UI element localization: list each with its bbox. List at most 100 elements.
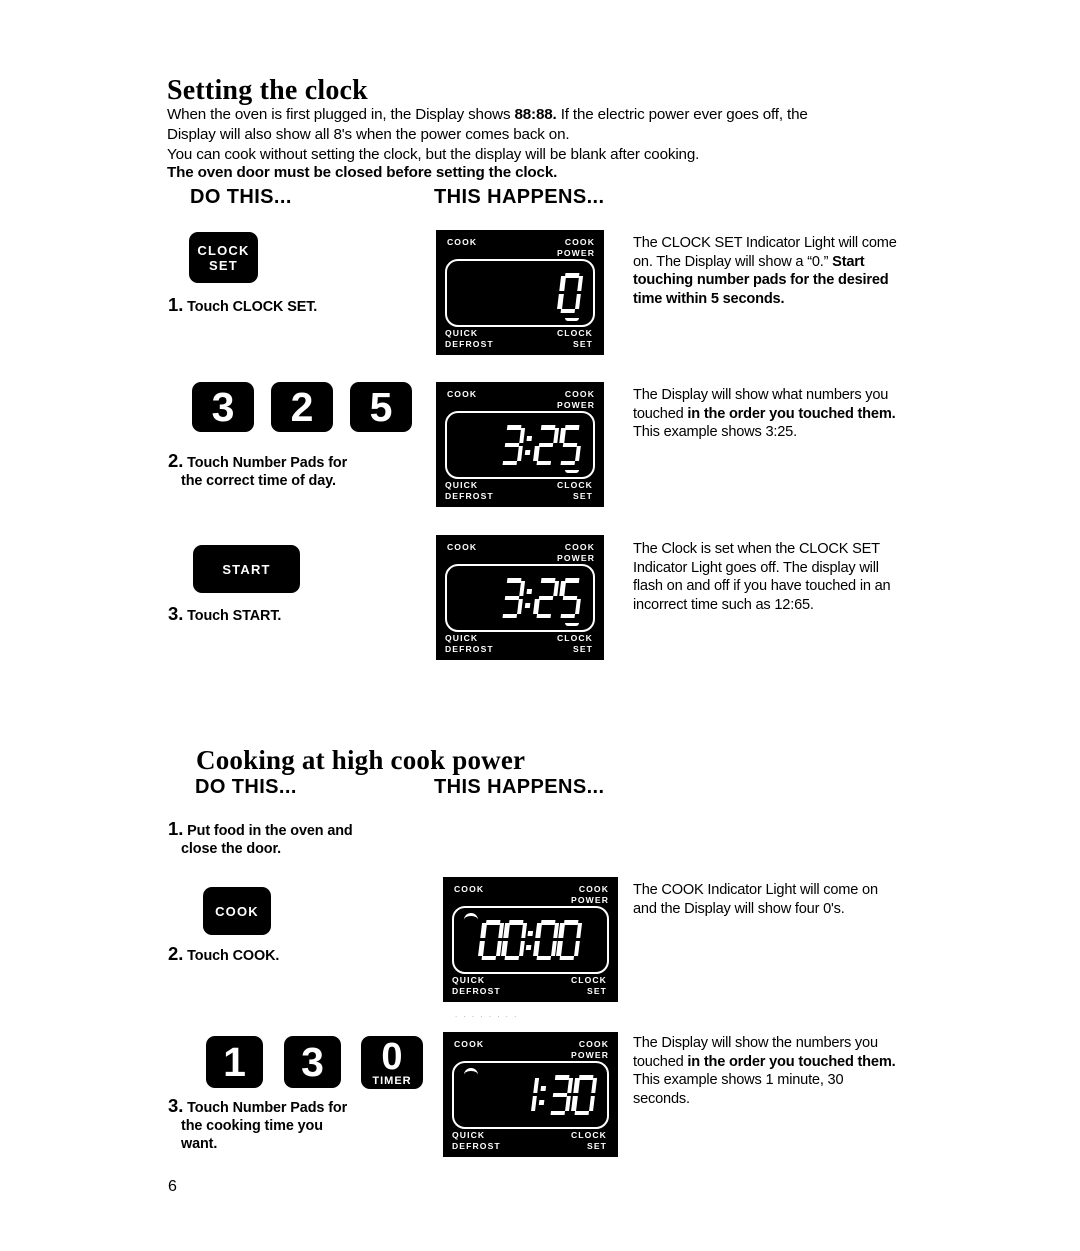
step-number: 1. bbox=[168, 294, 184, 315]
happens-text-1-1: The CLOCK SET Indicator Light will come … bbox=[633, 234, 901, 308]
seg-digit-5 bbox=[557, 578, 584, 618]
seg-digit-2 bbox=[533, 425, 560, 465]
display-screen bbox=[445, 564, 595, 632]
step-caption-2-1: 1. Put food in the oven and close the do… bbox=[168, 818, 418, 858]
display-label-cook-power: COOK POWER bbox=[557, 542, 595, 563]
cook-pad-label: COOK bbox=[215, 903, 259, 919]
happens-bold-1: in the order you touched them. bbox=[687, 405, 896, 422]
happens-plain-2: This example shows 1 minute, 30 seconds. bbox=[633, 1072, 844, 1107]
page-title-cooking-at-high-cook-power: Cooking at high cook power bbox=[196, 745, 526, 776]
scan-artifact: . . . . . . . . bbox=[455, 1010, 519, 1019]
step-text-line2: the correct time of day. bbox=[181, 473, 336, 489]
step-text: Touch COOK. bbox=[187, 948, 280, 964]
display-label-cook-power: COOK POWER bbox=[571, 1039, 609, 1060]
step-caption-2-3: 3. Touch Number Pads for the cooking tim… bbox=[168, 1095, 418, 1153]
display-label-quick-defrost: QUICK DEFROST bbox=[445, 633, 494, 654]
happens-text-2-2: The COOK Indicator Light will come on an… bbox=[633, 881, 901, 918]
clock-set-pad[interactable]: CLOCK SET bbox=[189, 232, 258, 283]
display-label-clock-set: CLOCK SET bbox=[570, 975, 607, 996]
column-header-this-happens-2: THIS HAPPENS... bbox=[434, 776, 605, 798]
page-number: 6 bbox=[168, 1178, 177, 1195]
step-text: Touch Number Pads for bbox=[187, 1100, 348, 1116]
number-pad-3[interactable]: 3 bbox=[284, 1036, 341, 1088]
happens-text-1-2: The Display will show what numbers you t… bbox=[633, 386, 901, 442]
seg-digit-0 bbox=[477, 920, 504, 960]
display-label-cook: COOK bbox=[447, 389, 478, 399]
step-caption-1-2: 2. Touch Number Pads for the correct tim… bbox=[168, 451, 418, 490]
display-readout bbox=[501, 578, 581, 618]
intro-bold-8888: 88:88. bbox=[514, 106, 557, 124]
display-label-clock-set: CLOCK SET bbox=[556, 633, 593, 654]
number-pad-3[interactable]: 3 bbox=[192, 382, 254, 432]
seg-digit-3 bbox=[499, 578, 526, 618]
seg-digit-1 bbox=[513, 1075, 540, 1115]
cook-pad[interactable]: COOK bbox=[203, 887, 271, 935]
display-label-cook: COOK bbox=[447, 237, 478, 247]
display-under-tick bbox=[565, 470, 579, 473]
display-label-quick-defrost: QUICK DEFROST bbox=[452, 975, 501, 996]
display-screen bbox=[452, 906, 609, 974]
column-header-do-this-2: DO THIS... bbox=[195, 776, 297, 798]
seg-digit-0 bbox=[555, 920, 582, 960]
happens-bold-1: in the order you touched them. bbox=[687, 1053, 896, 1070]
display-label-cook: COOK bbox=[454, 884, 485, 894]
seg-digit-0 bbox=[500, 920, 527, 960]
display-screen bbox=[445, 411, 595, 479]
clock-set-pad-label: CLOCK SET bbox=[197, 242, 250, 273]
step-number: 3. bbox=[168, 603, 184, 624]
start-pad[interactable]: START bbox=[193, 545, 300, 593]
seg-digit-3 bbox=[499, 425, 526, 465]
number-pad-0-timer[interactable]: 0 TIMER bbox=[361, 1036, 423, 1089]
display-label-quick-defrost: QUICK DEFROST bbox=[445, 480, 494, 501]
display-label-cook-power: COOK POWER bbox=[557, 237, 595, 258]
happens-text-2-3: The Display will show the numbers you to… bbox=[633, 1034, 901, 1108]
seg-digit-0 bbox=[532, 920, 559, 960]
number-pad-2[interactable]: 2 bbox=[271, 382, 333, 432]
display-screen bbox=[452, 1061, 609, 1129]
display-readout bbox=[557, 273, 584, 313]
page-title-setting-the-clock: Setting the clock bbox=[167, 74, 368, 106]
seg-digit-0 bbox=[557, 273, 584, 313]
step-number: 2. bbox=[168, 943, 184, 964]
step-text: Touch START. bbox=[187, 608, 282, 624]
step-text: Touch Number Pads for bbox=[187, 455, 348, 471]
step-number: 3. bbox=[168, 1095, 184, 1116]
number-pad-3-label: 3 bbox=[301, 1038, 324, 1085]
display-panel-step-2-2: COOK COOK POWER QUICK DEFROST CLOCK SET bbox=[443, 877, 618, 1002]
display-under-tick bbox=[565, 318, 579, 321]
seg-digit-3 bbox=[547, 1075, 574, 1115]
seg-digit-5 bbox=[557, 425, 584, 465]
start-pad-label: START bbox=[222, 561, 271, 577]
number-pad-2-label: 2 bbox=[290, 383, 314, 430]
display-screen bbox=[445, 259, 595, 327]
step-caption-2-2: 2. Touch COOK. bbox=[168, 943, 418, 965]
step-text: Put food in the oven and bbox=[187, 823, 353, 839]
happens-plain-1: The Clock is set when the CLOCK SET Indi… bbox=[633, 541, 891, 613]
intro-paragraph-1: When the oven is first plugged in, the D… bbox=[167, 105, 827, 144]
display-label-cook-power: COOK POWER bbox=[557, 389, 595, 410]
number-pad-1[interactable]: 1 bbox=[206, 1036, 263, 1088]
step-caption-1-3: 3. Touch START. bbox=[168, 603, 418, 625]
number-pad-1-label: 1 bbox=[223, 1038, 246, 1085]
display-label-cook: COOK bbox=[454, 1039, 485, 1049]
step-number: 1. bbox=[168, 818, 184, 839]
display-label-clock-set: CLOCK SET bbox=[570, 1130, 607, 1151]
step-text: Touch CLOCK SET. bbox=[187, 299, 318, 315]
step-text-line2: the cooking time you bbox=[181, 1118, 323, 1134]
intro-paragraph-3: The oven door must be closed before sett… bbox=[167, 164, 558, 182]
display-readout bbox=[464, 920, 595, 960]
intro-text-1a: When the oven is first plugged in, the D… bbox=[167, 106, 515, 124]
column-header-do-this-1: DO THIS... bbox=[190, 186, 292, 208]
display-panel-step-2-3: COOK COOK POWER QUICK DEFROST CLOCK SET bbox=[443, 1032, 618, 1157]
display-label-cook: COOK bbox=[447, 542, 478, 552]
display-label-quick-defrost: QUICK DEFROST bbox=[445, 328, 494, 349]
timer-sublabel: TIMER bbox=[372, 1075, 412, 1087]
number-pad-3-label: 3 bbox=[211, 383, 235, 430]
display-panel-step-1-3: COOK COOK POWER QUICK DEFROST CLOCK SET bbox=[436, 535, 604, 660]
display-label-quick-defrost: QUICK DEFROST bbox=[452, 1130, 501, 1151]
display-under-tick bbox=[565, 623, 579, 626]
number-pad-5[interactable]: 5 bbox=[350, 382, 412, 432]
display-label-cook-power: COOK POWER bbox=[571, 884, 609, 905]
display-readout bbox=[501, 425, 581, 465]
column-header-this-happens-1: THIS HAPPENS... bbox=[434, 186, 605, 208]
